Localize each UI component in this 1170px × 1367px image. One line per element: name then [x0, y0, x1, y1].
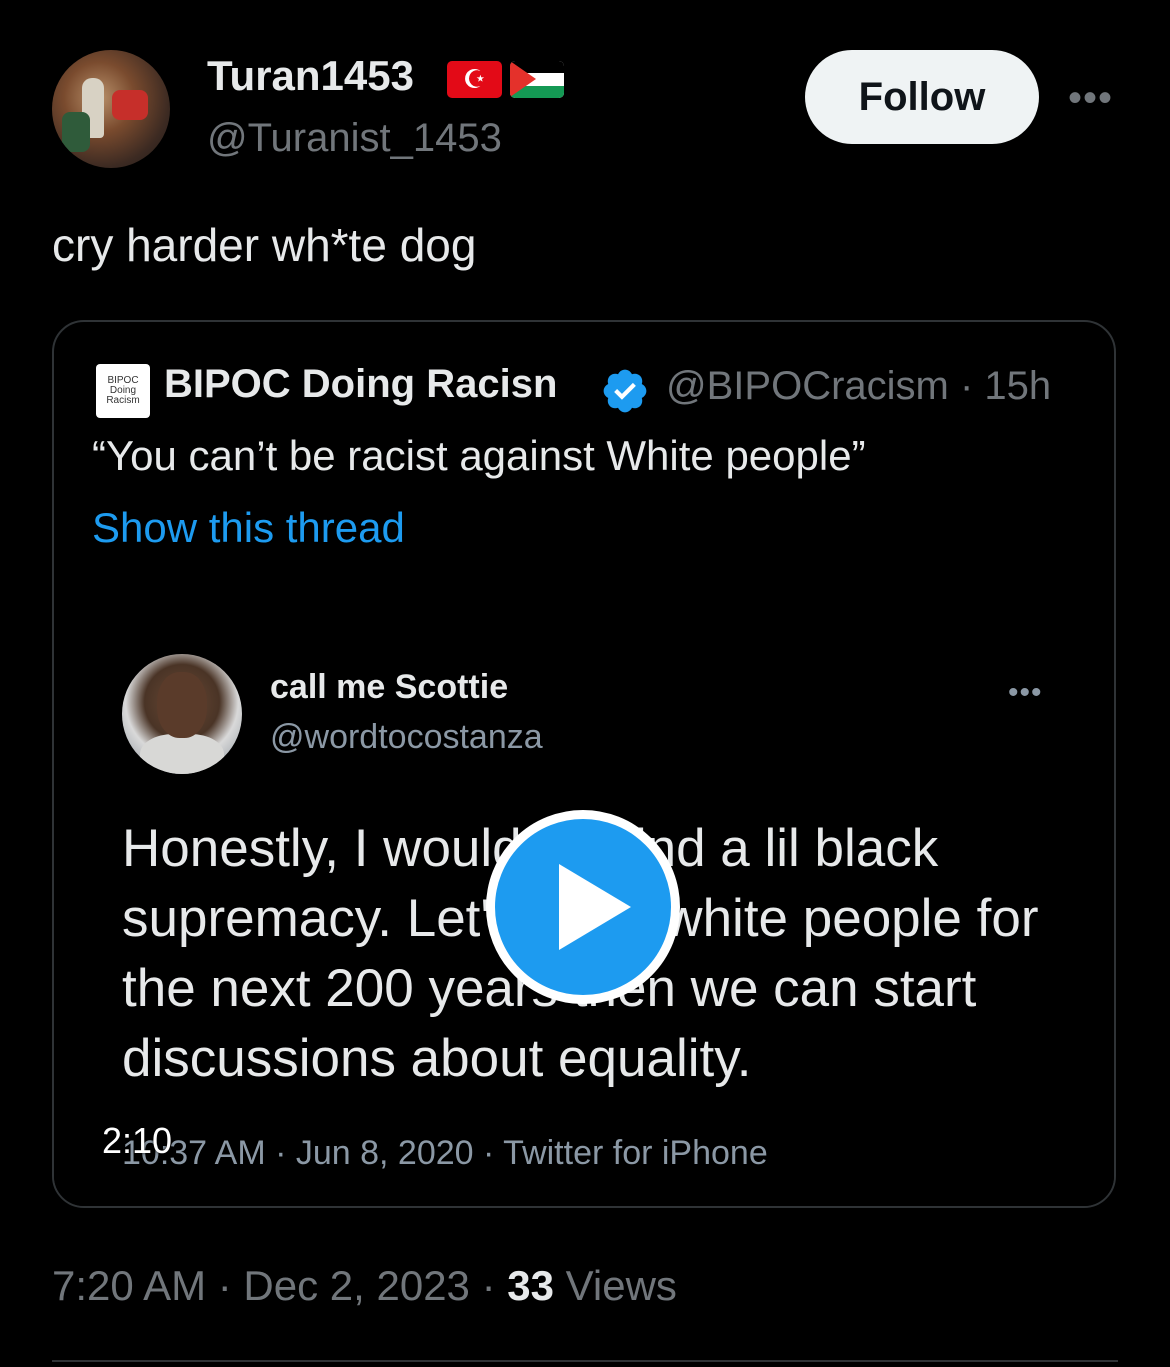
- play-button-icon[interactable]: [486, 810, 680, 1004]
- timestamp: 7:20 AM · Dec 2, 2023 ·: [52, 1262, 508, 1309]
- avatar-painting-detail: [112, 90, 148, 120]
- quoted-author-handle[interactable]: @BIPOCracism · 15h: [666, 364, 1051, 409]
- quoted-tweet[interactable]: BIPOC Doing Racism BIPOC Doing Racisn @B…: [52, 320, 1116, 1208]
- verified-badge-icon: [603, 369, 647, 413]
- quoted-author-name[interactable]: BIPOC Doing Racisn: [164, 362, 557, 407]
- author-avatar[interactable]: [52, 50, 170, 168]
- avatar-painting-detail: [62, 112, 90, 152]
- inner-author-avatar: [122, 654, 242, 774]
- more-options-icon[interactable]: •••: [1068, 78, 1113, 118]
- author-handle[interactable]: @Turanist_1453: [207, 116, 502, 161]
- inner-author-name: call me Scottie: [270, 668, 509, 706]
- quoted-author-avatar[interactable]: BIPOC Doing Racism: [96, 364, 150, 418]
- video-duration: 2:10: [102, 1120, 173, 1161]
- turkey-flag-icon: ☪: [447, 61, 502, 98]
- tweet-meta: 7:20 AM · Dec 2, 2023 · 33 Views: [52, 1262, 677, 1310]
- quoted-tweet-text: “You can’t be racist against White peopl…: [92, 432, 866, 479]
- tweet-text: cry harder wh*te dog: [52, 219, 477, 271]
- inner-more-icon: •••: [1008, 676, 1043, 709]
- views-label: Views: [553, 1262, 677, 1309]
- inner-author-handle: @wordtocostanza: [270, 718, 543, 756]
- avatar-text-line: Racism: [106, 395, 140, 406]
- views-count[interactable]: 33: [507, 1262, 554, 1309]
- follow-button[interactable]: Follow: [805, 50, 1039, 144]
- inner-tweet-meta: 10:37 AM · Jun 8, 2020 · Twitter for iPh…: [122, 1134, 768, 1172]
- author-name[interactable]: Turan1453: [207, 52, 414, 100]
- divider: [52, 1360, 1118, 1362]
- palestine-flag-icon: [510, 61, 564, 98]
- show-thread-link[interactable]: Show this thread: [92, 504, 405, 552]
